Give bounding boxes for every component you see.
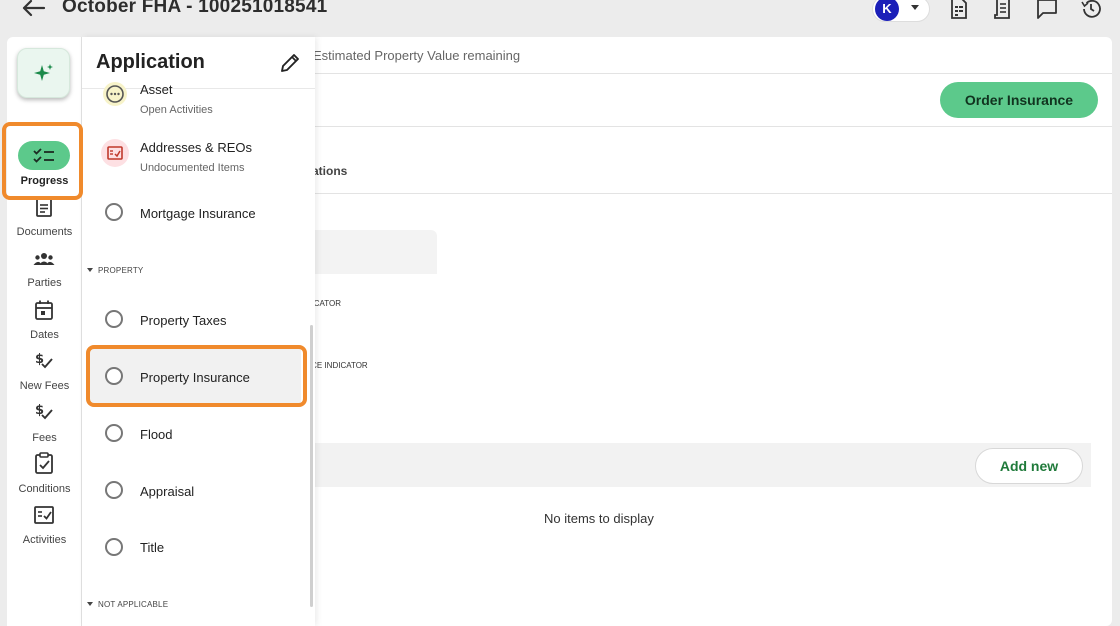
nav-item-asset[interactable]: Asset [140,82,173,97]
highlight-progress [2,122,83,200]
addresses-status-icon [101,139,129,167]
nav-item-addresses-reos[interactable]: Addresses & REOs [140,140,252,155]
user-menu[interactable]: K [872,0,930,22]
group-header-property[interactable]: PROPERTY [87,266,143,275]
nav-item-flood[interactable]: Flood [140,427,173,442]
avatar: K [875,0,899,21]
nav-item-property-taxes[interactable]: Property Taxes [140,313,226,328]
group-label: NOT APPLICABLE [98,600,169,609]
tab-row [300,127,1112,194]
nav-item-addresses-status: Undocumented Items [140,162,245,174]
page-title: October FHA - 100251018541 [62,0,328,17]
status-circle-icon [105,310,123,328]
rail-label-fees[interactable]: Fees [7,432,82,444]
history-icon[interactable] [1080,0,1102,20]
chevron-down-icon [911,5,919,10]
estimated-value-text: Estimated Property Value remaining [313,48,521,63]
estimate-banner: Estimated Property Value remaining [300,37,1112,74]
document-icon[interactable] [33,197,55,219]
application-panel: Application Asset Open Activities Addres… [82,37,315,626]
people-icon[interactable] [33,248,55,270]
panel-scrollbar[interactable] [310,325,313,607]
rail-label-dates[interactable]: Dates [7,329,82,341]
calendar-icon[interactable] [33,299,55,321]
rail-label-activities[interactable]: Activities [7,534,82,546]
section-tab [300,230,437,274]
rail-label-documents[interactable]: Documents [7,226,82,238]
rail-label-parties[interactable]: Parties [7,277,82,289]
group-header-not-applicable[interactable]: NOT APPLICABLE [87,600,168,609]
dollar-check-icon[interactable]: $ [33,401,55,423]
nav-item-mortgage-insurance[interactable]: Mortgage Insurance [140,206,256,221]
rail-label-new-fees[interactable]: New Fees [7,380,82,392]
status-circle-icon [105,538,123,556]
order-insurance-button[interactable]: Order Insurance [940,82,1098,118]
activity-checklist-icon[interactable] [33,504,55,526]
nav-item-appraisal[interactable]: Appraisal [140,484,194,499]
document-icon[interactable] [948,0,970,20]
panel-title: Application [96,51,205,73]
caret-down-icon [87,268,93,272]
highlight-property-insurance [86,345,307,407]
status-circle-icon [105,481,123,499]
status-circle-icon [105,424,123,442]
dollar-check-icon[interactable]: $ [33,350,55,372]
sparkle-icon [34,64,53,81]
clipboard-check-icon[interactable] [33,452,55,474]
caret-down-icon [87,602,93,606]
group-label: PROPERTY [98,266,144,275]
status-circle-icon [105,203,123,221]
top-bar: October FHA - 100251018541 K [0,0,1120,36]
receipt-icon[interactable] [992,0,1014,20]
add-new-button[interactable]: Add new [975,448,1083,484]
empty-state-text: No items to display [544,511,654,526]
rail-label-conditions[interactable]: Conditions [7,483,82,495]
grid-header [300,443,1091,487]
pencil-icon[interactable] [279,52,301,74]
chat-icon[interactable] [1036,0,1058,20]
main-content: Estimated Property Value remaining Order… [300,37,1112,626]
nav-item-asset-status: Open Activities [140,104,213,116]
ai-assistant-button[interactable] [17,48,70,98]
back-arrow-icon[interactable] [18,0,46,18]
nav-item-title[interactable]: Title [140,540,164,555]
asset-status-icon [103,82,127,106]
